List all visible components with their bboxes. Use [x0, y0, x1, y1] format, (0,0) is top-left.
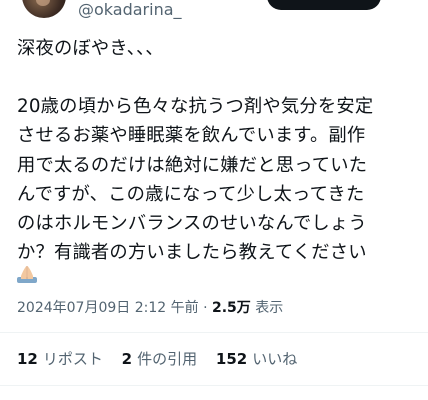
- tweet-text: 深夜のぼやき、、、 20歳の頃から色々な抗うつ剤や気分を安定 させるお薬や睡眠薬…: [17, 34, 422, 267]
- tweet-line: させるお薬や睡眠薬を飲んでいます。副作: [17, 125, 366, 147]
- tweet-line: か？有識者の方いましたら教えてください: [17, 242, 367, 264]
- view-count: 2.5万: [211, 300, 251, 316]
- tweet-line: のはホルモンバランスのせいなんでしょう: [17, 213, 367, 235]
- likes-count: 152: [215, 350, 248, 368]
- meta-separator: ·: [203, 300, 208, 316]
- tweet-line: 用で太るのだけは絶対に嫌だと思っていた: [17, 154, 368, 176]
- engagement-stats: 12 リポスト 2 件の引用 152 いいね: [17, 349, 311, 369]
- tweet-meta: 2024年07月09日 2:12 午前 · 2.5万 表示: [17, 298, 283, 318]
- likes-label: いいね: [252, 350, 298, 368]
- tweet-line: んですが、この歳になって少し太ってきた: [17, 183, 365, 205]
- tweet-line: 20歳の頃から色々な抗うつ剤や気分を安定: [17, 96, 374, 118]
- quotes-link[interactable]: 2 件の引用: [122, 350, 197, 368]
- divider: [0, 385, 428, 386]
- quotes-label: 件の引用: [137, 350, 198, 368]
- reposts-label: リポスト: [42, 350, 103, 368]
- divider: [0, 332, 428, 333]
- tweet-line: 深夜のぼやき、、、: [17, 38, 164, 59]
- author-handle[interactable]: @okadarina_: [78, 0, 182, 20]
- timestamp-link[interactable]: 2024年07月09日 2:12 午前: [17, 300, 199, 316]
- reposts-link[interactable]: 12 リポスト: [17, 350, 103, 368]
- avatar[interactable]: [22, 0, 66, 18]
- follow-button[interactable]: [267, 0, 381, 10]
- likes-link[interactable]: 152 いいね: [216, 350, 297, 368]
- folded-hands-icon: [17, 266, 37, 283]
- view-label: 表示: [255, 300, 284, 316]
- quotes-count: 2: [121, 350, 133, 368]
- reposts-count: 12: [17, 350, 38, 368]
